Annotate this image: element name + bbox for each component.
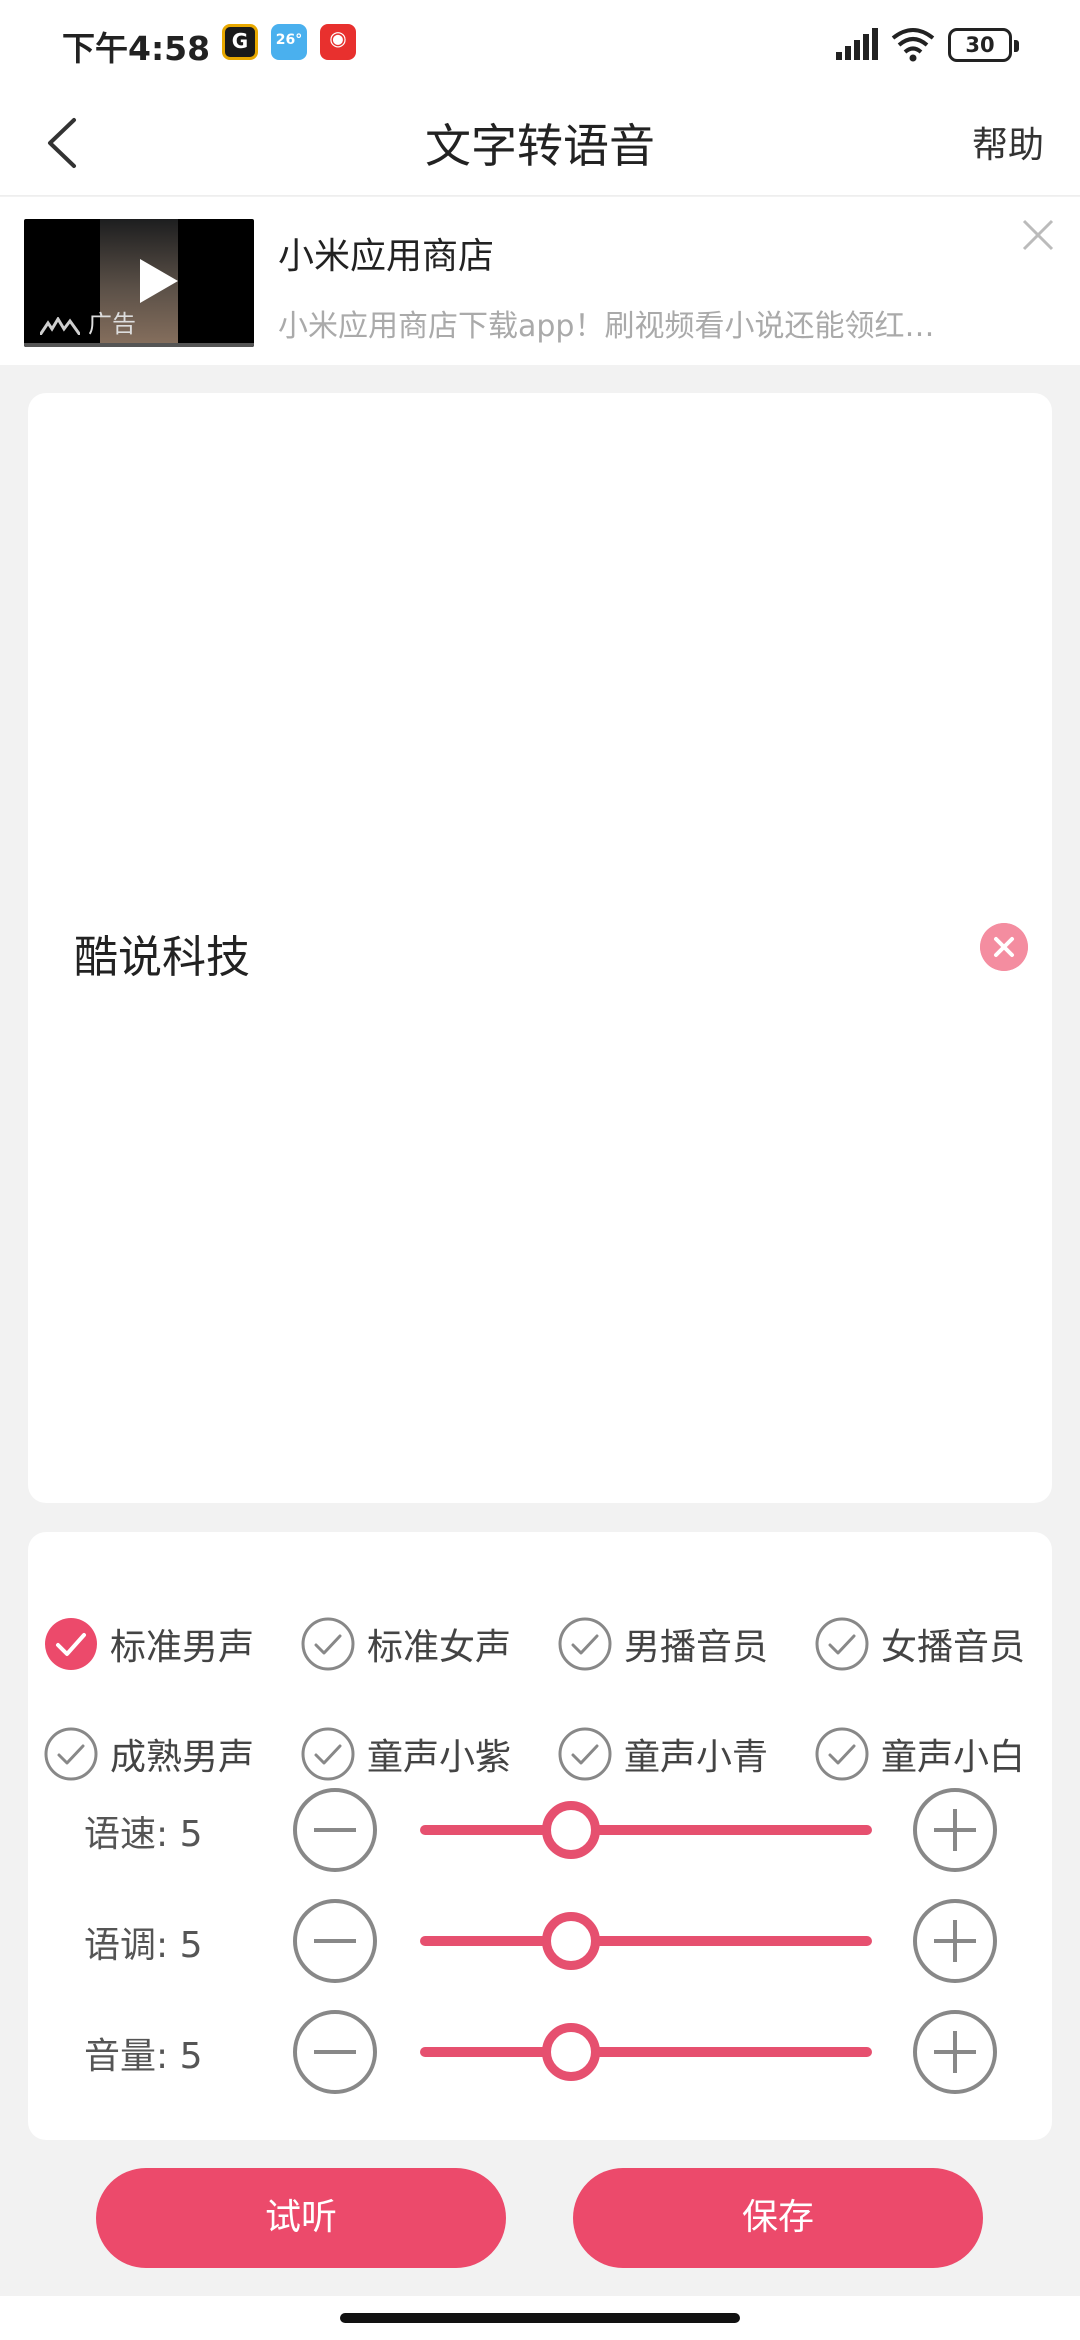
text-input-area[interactable]: 酷说科技 xyxy=(28,393,1052,1503)
voice-option-label: 标准男声 xyxy=(110,1627,255,1668)
param-row: 语调: 5 xyxy=(28,1890,1052,1986)
checkbox-icon[interactable] xyxy=(44,1727,98,1781)
ad-logo-icon xyxy=(40,317,80,335)
param-label: 语调: 5 xyxy=(84,1925,203,1966)
voice-option-label: 男播音员 xyxy=(624,1627,769,1668)
voice-option[interactable]: 童声小青 xyxy=(542,1724,768,1784)
plus-icon[interactable] xyxy=(912,2009,998,2095)
voice-option[interactable]: 女播音员 xyxy=(799,1614,1025,1674)
plus-icon[interactable] xyxy=(912,1898,998,1984)
voice-option[interactable]: 标准男声 xyxy=(28,1614,254,1674)
game-app-icon: G xyxy=(222,24,258,60)
music-app-icon: ◉ xyxy=(320,24,356,60)
param-label: 音量: 5 xyxy=(84,2036,203,2077)
voice-option-label: 童声小青 xyxy=(624,1737,769,1778)
slider-track[interactable] xyxy=(420,1936,872,1946)
status-bar: 下午4:58 G 26° ◉ 30 xyxy=(0,0,1080,90)
checkbox-icon[interactable] xyxy=(815,1727,869,1781)
slider-knob[interactable] xyxy=(541,1912,600,1970)
voice-settings-card: 标准男声 标准女声 男播音员 女播音员成熟男声 童声小紫 童声小青 童声小白 语速: 5 语调… xyxy=(28,1532,1052,2140)
voice-option[interactable]: 童声小白 xyxy=(799,1724,1025,1784)
help-link[interactable]: 帮助 xyxy=(972,116,1044,168)
checkbox-icon[interactable] xyxy=(815,1617,869,1671)
voice-option-label: 童声小白 xyxy=(881,1737,1026,1778)
ad-banner[interactable]: 广告 小米应用商店 小米应用商店下载app！刷视频看小说还能领红… xyxy=(0,197,1080,365)
checkbox-icon[interactable] xyxy=(301,1617,355,1671)
voice-option-label: 标准女声 xyxy=(367,1627,512,1668)
signal-icon xyxy=(836,28,878,60)
listen-button[interactable]: 试听 xyxy=(96,2168,506,2268)
param-row: 音量: 5 xyxy=(28,2001,1052,2097)
voice-option[interactable]: 男播音员 xyxy=(542,1614,768,1674)
voice-option-label: 女播音员 xyxy=(881,1627,1026,1668)
checkbox-icon[interactable] xyxy=(301,1727,355,1781)
battery-icon: 30 xyxy=(948,28,1019,62)
weather-app-icon: 26° xyxy=(271,24,307,60)
input-text[interactable]: 酷说科技 xyxy=(74,921,250,985)
voice-option[interactable]: 标准女声 xyxy=(285,1614,511,1674)
slider-knob[interactable] xyxy=(541,1801,600,1859)
app-header: 文字转语音 帮助 xyxy=(0,90,1080,196)
minus-icon[interactable] xyxy=(292,1898,378,1984)
save-button[interactable]: 保存 xyxy=(573,2168,983,2268)
voice-option[interactable]: 童声小紫 xyxy=(285,1724,511,1784)
voice-option-label: 童声小紫 xyxy=(367,1737,512,1778)
slider-track[interactable] xyxy=(420,1825,872,1835)
voice-option-label: 成熟男声 xyxy=(110,1737,255,1778)
ad-description[interactable]: 小米应用商店下载app！刷视频看小说还能领红… xyxy=(278,301,998,345)
minus-icon[interactable] xyxy=(292,2009,378,2095)
param-row: 语速: 5 xyxy=(28,1779,1052,1875)
home-indicator[interactable] xyxy=(340,2313,740,2323)
plus-icon[interactable] xyxy=(912,1787,998,1873)
wifi-icon xyxy=(891,28,935,62)
ad-label: 广告 xyxy=(88,310,136,338)
voice-option[interactable]: 成熟男声 xyxy=(28,1724,254,1784)
ad-video-thumbnail[interactable]: 广告 xyxy=(24,219,254,347)
play-icon xyxy=(140,259,178,303)
minus-icon[interactable] xyxy=(292,1787,378,1873)
slider-knob[interactable] xyxy=(541,2023,600,2081)
page-title: 文字转语音 xyxy=(425,119,655,173)
checkbox-icon[interactable] xyxy=(558,1727,612,1781)
status-time: 下午4:58 xyxy=(62,29,211,68)
ad-title[interactable]: 小米应用商店 xyxy=(278,227,494,279)
slider-track[interactable] xyxy=(420,2047,872,2057)
checkbox-icon[interactable] xyxy=(558,1617,612,1671)
close-icon[interactable] xyxy=(1020,217,1056,253)
checkbox-checked-icon[interactable] xyxy=(44,1617,98,1671)
clear-text-icon[interactable] xyxy=(980,923,1028,971)
param-label: 语速: 5 xyxy=(84,1814,203,1855)
